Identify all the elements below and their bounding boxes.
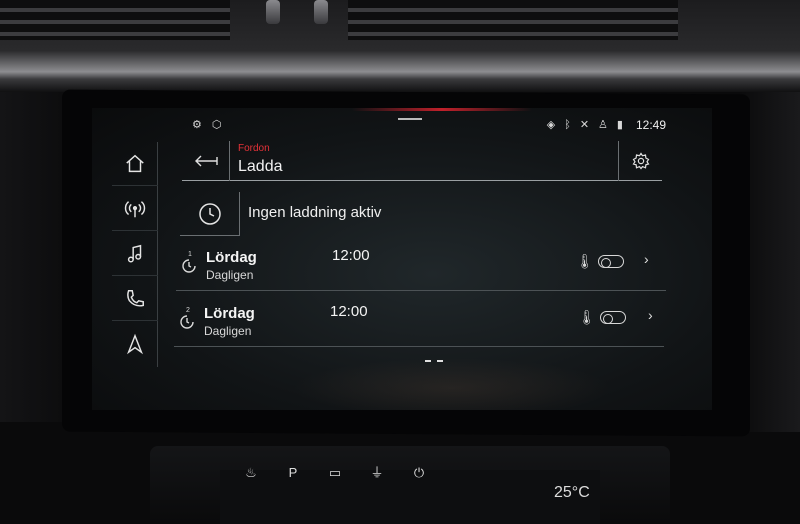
timer-toggle[interactable] <box>598 255 624 268</box>
timer-day: Lördag <box>206 249 257 266</box>
screen-reflection <box>292 358 612 410</box>
timer-clock-icon <box>178 313 196 331</box>
lower-climate-panel: ♨ P ▭ ⏚ ⏻ 25°C <box>150 446 670 524</box>
page-title: Ladda <box>238 158 283 175</box>
timer-frequency: Dagligen <box>206 268 254 282</box>
screen-glow <box>352 108 532 111</box>
air-vent-right <box>348 0 678 40</box>
drawer-handle[interactable] <box>398 118 422 120</box>
dashboard-trim <box>0 0 800 92</box>
parking-icon[interactable]: P <box>280 462 306 484</box>
infotainment-screen: ⚙ ⬡ ◈ ᛒ ✕ ♙ ▮ 12:49 Fordon Ladda Ingen l… <box>92 108 712 410</box>
navigation-icon <box>127 333 143 355</box>
vent-knob <box>314 0 328 24</box>
home-icon <box>126 154 144 172</box>
timer-time: 12:00 <box>332 247 370 264</box>
rail-phone-button[interactable] <box>112 277 158 321</box>
vent-knob <box>266 0 280 24</box>
timer-number: 1 <box>188 251 192 258</box>
status-bar: ⚙ ⬡ ◈ ᛒ ✕ ♙ ▮ 12:49 <box>192 118 666 134</box>
timer-frequency: Dagligen <box>204 324 252 338</box>
left-rail <box>112 142 158 367</box>
timer-toggle[interactable] <box>600 311 626 324</box>
gear-icon <box>632 152 649 170</box>
charging-status-row: Ingen laddning aktiv <box>180 192 660 236</box>
clock-icon <box>198 202 221 225</box>
temperature-readout: 25°C <box>554 484 590 501</box>
package-icon[interactable]: ⬡ <box>212 118 222 132</box>
lte-signal-icon: ▮ <box>616 119 623 131</box>
rail-home-button[interactable] <box>112 142 158 186</box>
charging-status-text: Ingen laddning aktiv <box>248 204 382 221</box>
timer-time: 12:00 <box>330 303 368 320</box>
back-arrow-icon <box>194 155 218 167</box>
music-icon <box>127 244 142 263</box>
mute-icon: ✕ <box>579 119 590 131</box>
timer-number: 2 <box>186 307 190 314</box>
clock: 12:49 <box>635 118 666 132</box>
car-settings-icon[interactable]: ⚙ <box>192 118 202 132</box>
breadcrumb[interactable]: Fordon <box>238 143 270 154</box>
chevron-right-icon[interactable]: › <box>648 307 653 323</box>
chevron-right-icon[interactable]: › <box>644 251 649 267</box>
thermometer-icon: 🌡︎ <box>576 253 594 269</box>
person-icon: ♙ <box>598 119 608 131</box>
settings-button[interactable] <box>618 141 662 181</box>
air-vent-left <box>0 0 230 40</box>
rail-music-button[interactable] <box>112 232 158 276</box>
rail-radio-button[interactable] <box>112 187 158 231</box>
power-icon[interactable]: ⏻ <box>406 462 432 484</box>
bluetooth-icon: ᛒ <box>564 119 571 131</box>
left-dash-panel <box>0 92 70 422</box>
timer-clock-icon <box>180 257 198 275</box>
radio-icon <box>124 200 146 217</box>
back-button[interactable] <box>182 141 230 181</box>
charge-timer-button[interactable] <box>180 192 240 236</box>
location-icon: ◈ <box>546 119 556 131</box>
timer-day: Lördag <box>204 305 255 322</box>
rear-defrost-icon[interactable]: ▭ <box>322 462 348 484</box>
rail-navigation-button[interactable] <box>112 322 158 366</box>
list-item-timer-1[interactable]: 1 Lördag Dagligen 12:00 🌡︎ › <box>176 241 666 291</box>
page-header: Fordon Ladda <box>182 141 662 181</box>
thermometer-icon: 🌡︎ <box>578 309 596 325</box>
charging-plug-icon[interactable]: ⏚ <box>364 462 390 484</box>
list-item-timer-2[interactable]: 2 Lördag Dagligen 12:00 🌡︎ › <box>174 297 664 347</box>
page-indicator <box>425 360 443 362</box>
seat-heat-icon[interactable]: ♨ <box>238 462 264 484</box>
phone-icon <box>127 289 144 307</box>
